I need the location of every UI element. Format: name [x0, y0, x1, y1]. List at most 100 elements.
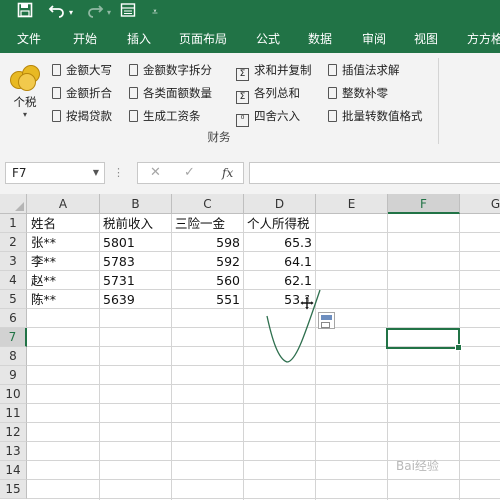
column-header-c[interactable]: C: [172, 194, 244, 214]
formula-input[interactable]: [249, 162, 500, 184]
formula-bar: F7 ▼ ⋮ ✕ ✓ fx: [0, 150, 500, 194]
save-icon[interactable]: [14, 2, 36, 24]
spreadsheet-grid[interactable]: A B C D E F G 1 2 3 4 5 6 7 8 9 10 11 12…: [0, 194, 500, 500]
enter-icon[interactable]: ✓: [184, 163, 195, 183]
form-icon[interactable]: [117, 2, 139, 24]
table-cell[interactable]: 陈**: [28, 290, 56, 309]
tab-page-layout[interactable]: 页面布局: [179, 26, 227, 53]
table-cell[interactable]: 62.1: [244, 271, 316, 290]
column-header-f[interactable]: F: [388, 194, 460, 214]
tab-home[interactable]: 开始: [73, 26, 97, 53]
tab-file[interactable]: 文件: [17, 26, 41, 53]
chevron-down-icon[interactable]: ▼: [93, 163, 99, 183]
group-label-finance: 财务: [207, 130, 231, 144]
title-bar: ▾ ▾ ⩡: [0, 0, 500, 26]
table-cell[interactable]: 李**: [28, 252, 56, 271]
round-half-even-label: 四舍六入: [254, 109, 300, 123]
formula-bar-grip-icon[interactable]: ⋮: [113, 166, 125, 179]
header-pretax-income[interactable]: 税前收入: [100, 214, 153, 233]
column-header-d[interactable]: D: [244, 194, 316, 214]
row-header-5[interactable]: 5: [0, 290, 27, 309]
row-header-6[interactable]: 6: [0, 309, 27, 328]
bookmark-icon: [129, 87, 138, 99]
tab-view[interactable]: 视图: [414, 26, 438, 53]
payslip-button[interactable]: 生成工资条: [129, 107, 201, 125]
table-cell[interactable]: 5783: [100, 252, 135, 271]
table-cell[interactable]: 65.3: [244, 233, 316, 252]
name-box-value: F7: [12, 166, 27, 180]
table-cell[interactable]: 598: [172, 233, 244, 252]
cancel-icon[interactable]: ✕: [150, 163, 161, 183]
row-header-11[interactable]: 11: [0, 404, 27, 423]
bookmark-icon: [52, 87, 61, 99]
table-cell[interactable]: 5639: [100, 290, 135, 309]
zero-pad-button[interactable]: 整数补零: [328, 84, 388, 102]
convert-to-number-button[interactable]: 批量转数值格式: [328, 107, 423, 125]
customize-dropdown-icon[interactable]: ⩡: [148, 2, 162, 24]
column-header-a[interactable]: A: [27, 194, 100, 214]
tab-data[interactable]: 数据: [308, 26, 332, 53]
table-cell[interactable]: 560: [172, 271, 244, 290]
row-header-12[interactable]: 12: [0, 423, 27, 442]
undo-dropdown-icon[interactable]: ▾: [66, 2, 76, 24]
table-cell[interactable]: 赵**: [28, 271, 56, 290]
row-header-4[interactable]: 4: [0, 271, 27, 290]
table-cell[interactable]: 5731: [100, 271, 135, 290]
fill-handle[interactable]: [455, 344, 462, 351]
insert-function-icon[interactable]: fx: [222, 163, 233, 183]
redo-dropdown-icon[interactable]: ▾: [104, 2, 114, 24]
undo-icon[interactable]: [46, 2, 68, 24]
header-name[interactable]: 姓名: [28, 214, 56, 233]
select-all-button[interactable]: [0, 194, 27, 214]
mortgage-loan-button[interactable]: 按揭贷款: [52, 107, 112, 125]
zero-pad-label: 整数补零: [342, 86, 388, 100]
table-cell[interactable]: 551: [172, 290, 244, 309]
tab-formulas[interactable]: 公式: [256, 26, 280, 53]
denomination-count-button[interactable]: 各类面额数量: [129, 84, 212, 102]
selected-cell-f7[interactable]: [386, 328, 462, 351]
tab-review[interactable]: 审阅: [362, 26, 386, 53]
row-header-3[interactable]: 3: [0, 252, 27, 271]
interpolation-label: 插值法求解: [342, 63, 400, 77]
tab-fangfangge[interactable]: 方方格: [467, 26, 500, 53]
personal-tax-label: 个税: [13, 95, 37, 109]
move-cursor-icon: [299, 295, 315, 311]
bookmark-icon: [129, 64, 138, 76]
row-header-13[interactable]: 13: [0, 442, 27, 461]
sum-copy-label: 求和并复制: [254, 63, 312, 77]
column-header-g[interactable]: G: [460, 194, 500, 214]
round-half-even-button[interactable]: ⁰ 四舍六入: [236, 107, 300, 127]
row-header-2[interactable]: 2: [0, 233, 27, 252]
column-totals-button[interactable]: Σ 各列总和: [236, 84, 300, 104]
name-box[interactable]: F7 ▼: [5, 162, 105, 184]
row-header-14[interactable]: 14: [0, 461, 27, 480]
row-header-1[interactable]: 1: [0, 214, 27, 233]
row-header-7[interactable]: 7: [0, 328, 27, 347]
amount-uppercase-button[interactable]: 金额大写: [52, 61, 112, 79]
table-cell[interactable]: 5801: [100, 233, 135, 252]
personal-tax-button[interactable]: 个税 ▾: [6, 63, 44, 133]
header-social-insurance[interactable]: 三险一金: [172, 214, 225, 233]
quick-analysis-icon[interactable]: [318, 312, 335, 329]
sum-copy-button[interactable]: Σ 求和并复制: [236, 61, 312, 81]
gridline: [27, 365, 500, 366]
row-header-15[interactable]: 15: [0, 480, 27, 499]
header-income-tax[interactable]: 个人所得税: [244, 214, 310, 233]
bookmark-icon: [52, 110, 61, 122]
column-header-e[interactable]: E: [316, 194, 388, 214]
row-header-9[interactable]: 9: [0, 366, 27, 385]
table-cell[interactable]: 64.1: [244, 252, 316, 271]
row-header-8[interactable]: 8: [0, 347, 27, 366]
table-cell[interactable]: 592: [172, 252, 244, 271]
column-header-b[interactable]: B: [100, 194, 172, 214]
bookmark-icon: [328, 87, 337, 99]
watermark-logo: Bai经验: [396, 456, 439, 474]
row-header-10[interactable]: 10: [0, 385, 27, 404]
gridline: [27, 422, 500, 423]
redo-icon[interactable]: [84, 2, 106, 24]
table-cell[interactable]: 张**: [28, 233, 56, 252]
amount-conversion-button[interactable]: 金额折合: [52, 84, 112, 102]
tab-insert[interactable]: 插入: [127, 26, 151, 53]
amount-digit-split-button[interactable]: 金额数字拆分: [129, 61, 212, 79]
interpolation-button[interactable]: 插值法求解: [328, 61, 400, 79]
